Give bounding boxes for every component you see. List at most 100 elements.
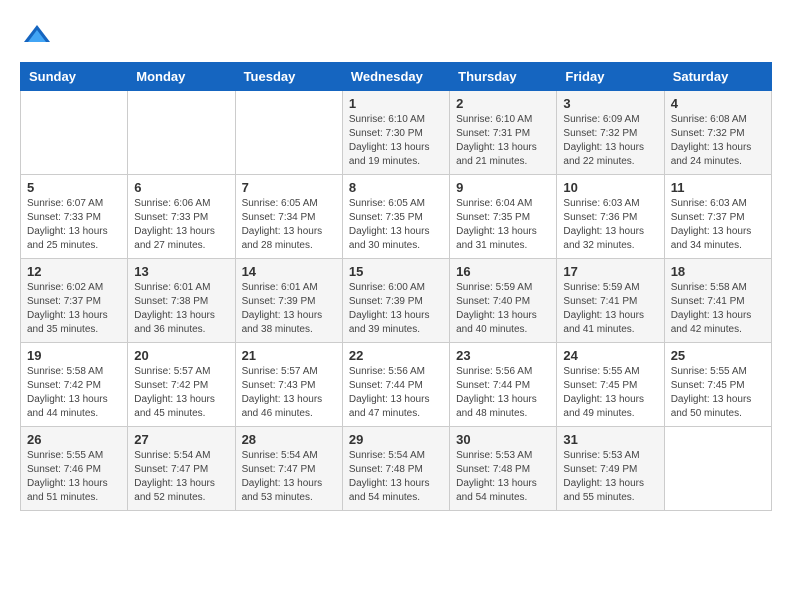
weekday-sunday: Sunday [21,63,128,91]
weekday-thursday: Thursday [450,63,557,91]
calendar-week-2: 5Sunrise: 6:07 AM Sunset: 7:33 PM Daylig… [21,175,772,259]
weekday-wednesday: Wednesday [342,63,449,91]
day-number: 5 [27,180,121,195]
calendar-day-25: 25 Sunrise: 5:55 AM Sunset: 7:45 PM Dayli… [664,343,771,427]
day-number: 29 [349,432,443,447]
day-content: Sunrise: 5:56 AM Sunset: 7:44 PM Dayligh… [456,365,550,421]
day-content: Sunrise: 5:53 AM Sunset: 7:49 PM Dayligh… [563,449,657,505]
day-number: 26 [27,432,121,447]
day-number: 1 [349,96,443,111]
day-content: Sunrise: 6:01 AM Sunset: 7:39 PM Dayligh… [242,281,336,337]
day-number: 20 [134,348,228,363]
day-number: 14 [242,264,336,279]
day-number: 25 [671,348,765,363]
calendar-day-20: 20 Sunrise: 5:57 AM Sunset: 7:42 PM Dayli… [128,343,235,427]
calendar-day-27: 27 Sunrise: 5:54 AM Sunset: 7:47 PM Dayli… [128,427,235,511]
day-content: Sunrise: 5:55 AM Sunset: 7:46 PM Dayligh… [27,449,121,505]
day-content: Sunrise: 6:02 AM Sunset: 7:37 PM Dayligh… [27,281,121,337]
day-number: 18 [671,264,765,279]
day-content: Sunrise: 6:10 AM Sunset: 7:30 PM Dayligh… [349,113,443,169]
day-number: 6 [134,180,228,195]
calendar-week-4: 19 Sunrise: 5:58 AM Sunset: 7:42 PM Dayli… [21,343,772,427]
day-content: Sunrise: 5:57 AM Sunset: 7:43 PM Dayligh… [242,365,336,421]
day-content: Sunrise: 5:59 AM Sunset: 7:41 PM Dayligh… [563,281,657,337]
calendar-day-9: 9 Sunrise: 6:04 AM Sunset: 7:35 PM Daylig… [450,175,557,259]
day-content: Sunrise: 6:09 AM Sunset: 7:32 PM Dayligh… [563,113,657,169]
calendar-day-3: 3 Sunrise: 6:09 AM Sunset: 7:32 PM Daylig… [557,91,664,175]
day-number: 16 [456,264,550,279]
day-content: Sunrise: 5:54 AM Sunset: 7:47 PM Dayligh… [242,449,336,505]
day-content: Sunrise: 6:05 AM Sunset: 7:34 PM Dayligh… [242,197,336,253]
calendar-day-13: 13Sunrise: 6:01 AM Sunset: 7:38 PM Dayli… [128,259,235,343]
calendar-day-19: 19 Sunrise: 5:58 AM Sunset: 7:42 PM Dayli… [21,343,128,427]
logo-icon [22,20,52,50]
day-number: 30 [456,432,550,447]
calendar-day-31: 31 Sunrise: 5:53 AM Sunset: 7:49 PM Dayli… [557,427,664,511]
calendar-day-11: 11 Sunrise: 6:03 AM Sunset: 7:37 PM Dayli… [664,175,771,259]
calendar-day-26: 26 Sunrise: 5:55 AM Sunset: 7:46 PM Dayli… [21,427,128,511]
weekday-header-row: SundayMondayTuesdayWednesdayThursdayFrid… [21,63,772,91]
weekday-monday: Monday [128,63,235,91]
calendar-day-8: 8 Sunrise: 6:05 AM Sunset: 7:35 PM Daylig… [342,175,449,259]
calendar-day-21: 21 Sunrise: 5:57 AM Sunset: 7:43 PM Dayli… [235,343,342,427]
calendar-day-1: 1 Sunrise: 6:10 AM Sunset: 7:30 PM Daylig… [342,91,449,175]
day-number: 22 [349,348,443,363]
day-number: 4 [671,96,765,111]
day-content: Sunrise: 5:57 AM Sunset: 7:42 PM Dayligh… [134,365,228,421]
day-content: Sunrise: 5:58 AM Sunset: 7:41 PM Dayligh… [671,281,765,337]
day-content: Sunrise: 5:54 AM Sunset: 7:47 PM Dayligh… [134,449,228,505]
page-header [20,20,772,46]
weekday-friday: Friday [557,63,664,91]
day-content: Sunrise: 6:03 AM Sunset: 7:37 PM Dayligh… [671,197,765,253]
calendar-day-4: 4 Sunrise: 6:08 AM Sunset: 7:32 PM Daylig… [664,91,771,175]
day-content: Sunrise: 6:06 AM Sunset: 7:33 PM Dayligh… [134,197,228,253]
day-content: Sunrise: 5:56 AM Sunset: 7:44 PM Dayligh… [349,365,443,421]
calendar-day-5: 5Sunrise: 6:07 AM Sunset: 7:33 PM Daylig… [21,175,128,259]
calendar-day-30: 30 Sunrise: 5:53 AM Sunset: 7:48 PM Dayli… [450,427,557,511]
day-content: Sunrise: 6:04 AM Sunset: 7:35 PM Dayligh… [456,197,550,253]
calendar-day-7: 7Sunrise: 6:05 AM Sunset: 7:34 PM Daylig… [235,175,342,259]
day-content: Sunrise: 6:08 AM Sunset: 7:32 PM Dayligh… [671,113,765,169]
calendar-week-3: 12 Sunrise: 6:02 AM Sunset: 7:37 PM Dayli… [21,259,772,343]
day-number: 27 [134,432,228,447]
day-number: 23 [456,348,550,363]
logo [20,20,52,46]
calendar-day-28: 28Sunrise: 5:54 AM Sunset: 7:47 PM Dayli… [235,427,342,511]
day-content: Sunrise: 6:03 AM Sunset: 7:36 PM Dayligh… [563,197,657,253]
day-number: 11 [671,180,765,195]
calendar-day-14: 14 Sunrise: 6:01 AM Sunset: 7:39 PM Dayli… [235,259,342,343]
day-content: Sunrise: 5:53 AM Sunset: 7:48 PM Dayligh… [456,449,550,505]
empty-cell [664,427,771,511]
day-content: Sunrise: 5:55 AM Sunset: 7:45 PM Dayligh… [671,365,765,421]
day-content: Sunrise: 5:55 AM Sunset: 7:45 PM Dayligh… [563,365,657,421]
weekday-saturday: Saturday [664,63,771,91]
day-content: Sunrise: 6:05 AM Sunset: 7:35 PM Dayligh… [349,197,443,253]
day-content: Sunrise: 6:01 AM Sunset: 7:38 PM Dayligh… [134,281,228,337]
day-number: 19 [27,348,121,363]
empty-cell [21,91,128,175]
calendar-table: SundayMondayTuesdayWednesdayThursdayFrid… [20,62,772,511]
day-number: 9 [456,180,550,195]
calendar-day-23: 23 Sunrise: 5:56 AM Sunset: 7:44 PM Dayli… [450,343,557,427]
calendar-day-17: 17Sunrise: 5:59 AM Sunset: 7:41 PM Dayli… [557,259,664,343]
day-content: Sunrise: 5:54 AM Sunset: 7:48 PM Dayligh… [349,449,443,505]
calendar-day-22: 22 Sunrise: 5:56 AM Sunset: 7:44 PM Dayli… [342,343,449,427]
day-number: 31 [563,432,657,447]
day-number: 2 [456,96,550,111]
day-content: Sunrise: 5:58 AM Sunset: 7:42 PM Dayligh… [27,365,121,421]
weekday-tuesday: Tuesday [235,63,342,91]
calendar-week-1: 1 Sunrise: 6:10 AM Sunset: 7:30 PM Daylig… [21,91,772,175]
day-number: 3 [563,96,657,111]
day-number: 12 [27,264,121,279]
calendar-day-12: 12 Sunrise: 6:02 AM Sunset: 7:37 PM Dayli… [21,259,128,343]
day-number: 21 [242,348,336,363]
day-number: 8 [349,180,443,195]
empty-cell [128,91,235,175]
empty-cell [235,91,342,175]
day-number: 15 [349,264,443,279]
calendar-day-10: 10 Sunrise: 6:03 AM Sunset: 7:36 PM Dayli… [557,175,664,259]
calendar-day-15: 15 Sunrise: 6:00 AM Sunset: 7:39 PM Dayli… [342,259,449,343]
day-content: Sunrise: 5:59 AM Sunset: 7:40 PM Dayligh… [456,281,550,337]
day-content: Sunrise: 6:00 AM Sunset: 7:39 PM Dayligh… [349,281,443,337]
day-number: 10 [563,180,657,195]
